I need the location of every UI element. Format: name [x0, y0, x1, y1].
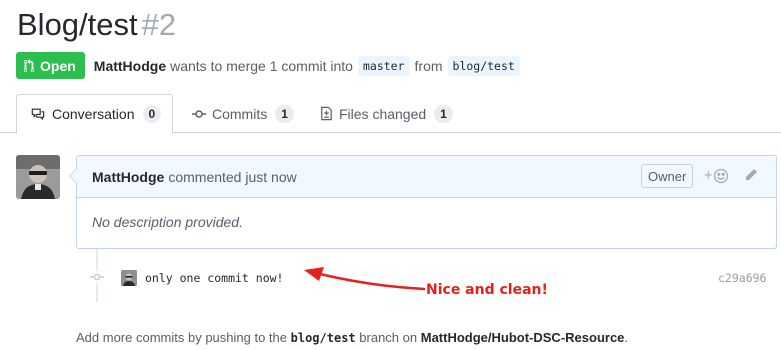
pr-tabs: Conversation 0 Commits 1 Files changed 1	[0, 94, 781, 134]
edit-comment-button[interactable]	[744, 168, 758, 185]
base-branch[interactable]: master	[357, 55, 410, 76]
comment-body: No description provided.	[92, 214, 243, 230]
tab-conversation-count: 0	[142, 105, 162, 123]
tab-conversation-label: Conversation	[52, 106, 135, 122]
commit-message[interactable]: only one commit now!	[145, 271, 283, 285]
tab-files-changed[interactable]: Files changed 1	[320, 94, 453, 133]
comment-box: MattHodge commented just now Owner + No …	[69, 155, 777, 249]
tab-files-changed-count: 1	[434, 104, 453, 123]
pr-meta: Open MattHodge wants to merge 1 commit i…	[16, 52, 525, 79]
owner-label: Owner	[641, 164, 694, 188]
pr-title: Blog/test	[17, 7, 138, 42]
merge-summary: wants to merge 1 commit into	[170, 57, 353, 74]
git-commit-icon	[87, 271, 107, 283]
footer-repo-link[interactable]: MattHodge/Hubot-DSC-Resource	[421, 330, 625, 345]
avatar[interactable]	[16, 155, 60, 199]
page-title: Blog/test #2	[17, 6, 176, 44]
commit-sha[interactable]: c29a696	[718, 271, 766, 285]
tab-commits-count: 1	[275, 104, 294, 123]
smiley-icon	[713, 168, 728, 183]
state-label: Open	[40, 57, 76, 74]
tab-files-changed-label: Files changed	[339, 105, 427, 122]
comment-author[interactable]: MattHodge	[92, 169, 164, 185]
annotation-arrow-icon	[304, 267, 426, 291]
footer-prefix: Add more commits by pushing to the	[76, 330, 287, 345]
comment-header: MattHodge commented just now Owner +	[77, 156, 776, 198]
footer-branch: blog/test	[290, 331, 356, 345]
head-branch[interactable]: blog/test	[447, 55, 520, 76]
git-commit-icon	[192, 107, 206, 121]
footer-note: Add more commits by pushing to the blog/…	[76, 330, 628, 345]
tab-conversation[interactable]: Conversation 0	[16, 94, 173, 134]
commit-avatar[interactable]	[121, 270, 137, 286]
pencil-icon	[746, 169, 757, 180]
state-badge: Open	[16, 52, 85, 79]
footer-middle: branch on	[359, 330, 418, 345]
git-pull-request-icon	[23, 58, 35, 72]
author-link[interactable]: MattHodge	[94, 58, 166, 74]
reaction-plus: +	[704, 167, 713, 184]
add-reaction-button[interactable]: +	[704, 167, 729, 184]
pr-number: #2	[141, 7, 177, 42]
from-text: from	[414, 57, 443, 74]
comment-timestamp[interactable]: commented just now	[168, 169, 296, 185]
tab-commits[interactable]: Commits 1	[192, 94, 294, 133]
file-diff-icon	[320, 106, 333, 121]
footer-suffix: .	[624, 330, 629, 345]
tab-commits-label: Commits	[212, 105, 268, 122]
annotation-text: Nice and clean!	[426, 282, 548, 298]
comment-discussion-icon	[30, 107, 46, 121]
